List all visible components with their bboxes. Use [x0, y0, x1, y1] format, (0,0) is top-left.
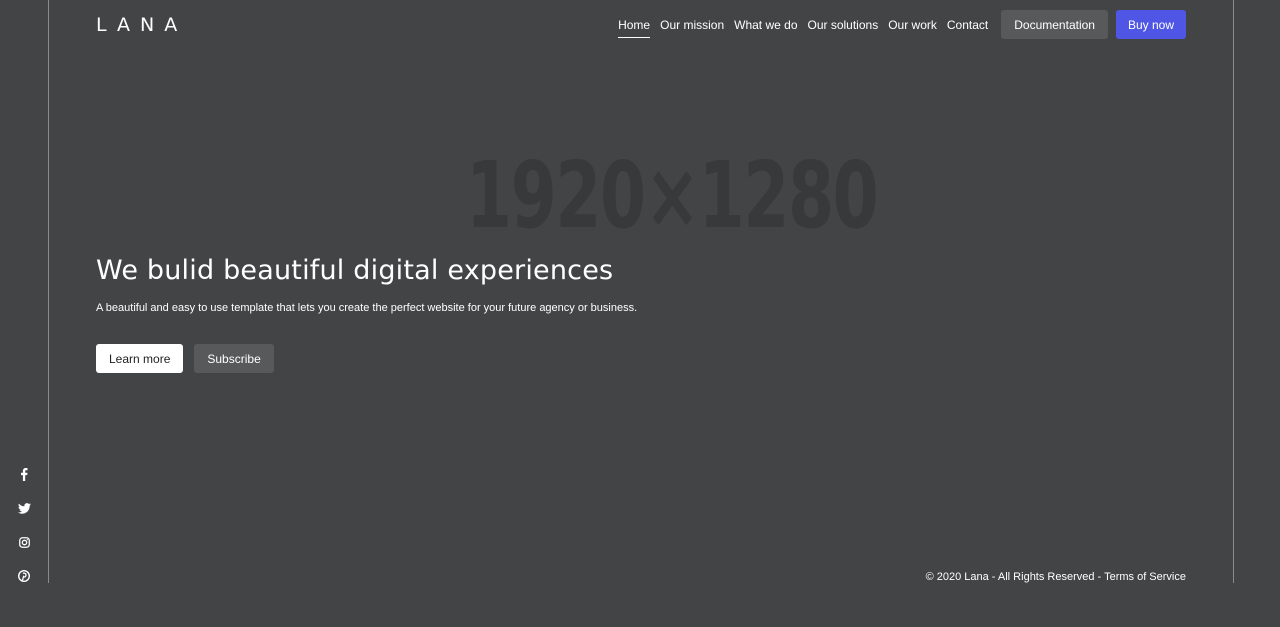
footer: © 2020 Lana - All Rights Reserved - Term…: [926, 571, 1186, 583]
page: 1920×1280 LANA Home Our mission What we …: [0, 0, 1280, 627]
right-divider-line: [1233, 0, 1234, 583]
nav-link-home[interactable]: Home: [618, 14, 651, 38]
pinterest-icon[interactable]: [16, 568, 32, 584]
nav-link-our-solutions[interactable]: Our solutions: [808, 14, 879, 36]
nav-link-our-mission[interactable]: Our mission: [660, 14, 724, 36]
hero-subtitle: A beautiful and easy to use template tha…: [96, 302, 638, 314]
facebook-icon[interactable]: [16, 466, 32, 482]
buy-now-button[interactable]: Buy now: [1115, 10, 1186, 39]
nav-link-our-work[interactable]: Our work: [888, 14, 937, 36]
background-placeholder-text: 1920×1280: [466, 142, 879, 249]
documentation-button[interactable]: Documentation: [1001, 10, 1108, 39]
left-divider-line: [48, 0, 49, 583]
learn-more-button[interactable]: Learn more: [96, 344, 184, 373]
hero-buttons: Learn more Subscribe: [96, 344, 274, 373]
nav-link-what-we-do[interactable]: What we do: [734, 14, 797, 36]
nav-link-contact[interactable]: Contact: [947, 14, 988, 36]
site-logo[interactable]: LANA: [96, 14, 187, 36]
instagram-icon[interactable]: [16, 534, 32, 550]
subscribe-button[interactable]: Subscribe: [194, 344, 274, 373]
twitter-icon[interactable]: [16, 500, 32, 516]
social-links: [16, 466, 32, 602]
main-navigation: Home Our mission What we do Our solution…: [613, 10, 1186, 39]
hero-title: We bulid beautiful digital experiences: [96, 255, 614, 286]
footer-copyright: © 2020 Lana - All Rights Reserved -: [925, 571, 1105, 583]
terms-of-service-link[interactable]: Terms of Service: [1104, 571, 1186, 583]
